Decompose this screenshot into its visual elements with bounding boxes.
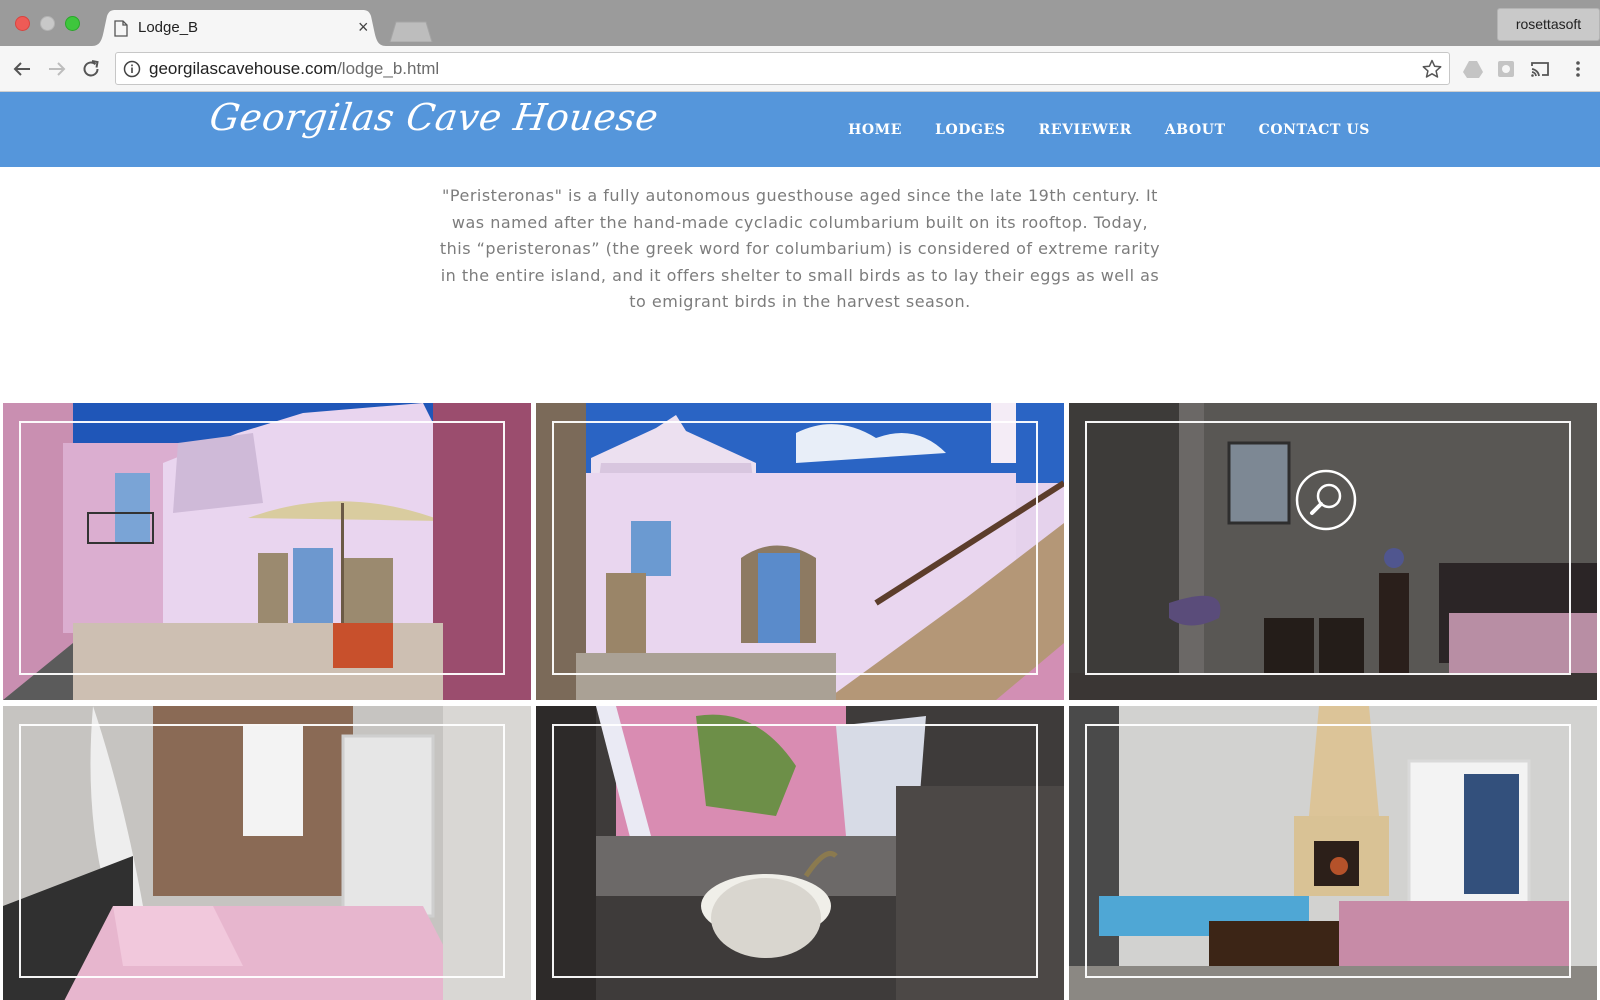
menu-kebab-icon[interactable] bbox=[1567, 58, 1589, 80]
gallery-photo-washbasin[interactable] bbox=[536, 706, 1064, 1000]
reload-icon[interactable] bbox=[80, 58, 102, 80]
close-tab-icon[interactable]: × bbox=[358, 17, 369, 37]
browser-tab[interactable]: Lodge_B × bbox=[92, 10, 386, 46]
drive-extension-icon[interactable] bbox=[1462, 58, 1484, 80]
nav-reviewer[interactable]: REVIEWER bbox=[1039, 122, 1132, 138]
facade-photo bbox=[536, 403, 1064, 700]
nav-contact-us[interactable]: CONTACT US bbox=[1259, 122, 1370, 138]
zoom-magnifier-icon[interactable] bbox=[1295, 469, 1357, 531]
new-tab-button[interactable] bbox=[388, 20, 434, 42]
tab-title: Lodge_B bbox=[138, 19, 199, 36]
document-icon bbox=[114, 20, 128, 37]
nav-about[interactable]: ABOUT bbox=[1165, 122, 1226, 138]
site-header: Georgilas Cave Houese HOME LODGES REVIEW… bbox=[0, 92, 1600, 167]
site-logo[interactable]: Georgilas Cave Houese bbox=[207, 96, 661, 139]
intro-line: was named after the hand-made cycladic c… bbox=[451, 212, 1149, 232]
intro-paragraph: "Peristeronas" is a fully autonomous gue… bbox=[430, 183, 1170, 316]
bookmark-star-icon[interactable] bbox=[1421, 58, 1443, 80]
gallery-photo-courtyard[interactable] bbox=[3, 403, 531, 700]
nav-home[interactable]: HOME bbox=[848, 122, 902, 138]
url-domain: georgilascavehouse.com bbox=[149, 59, 338, 78]
address-bar[interactable]: georgilascavehouse.com/lodge_b.html bbox=[115, 52, 1450, 85]
back-arrow-icon[interactable] bbox=[11, 58, 33, 80]
nav-lodges[interactable]: LODGES bbox=[935, 122, 1006, 138]
info-icon[interactable] bbox=[123, 60, 141, 78]
intro-line: in the entire island, and it offers shel… bbox=[440, 265, 1160, 285]
intro-line: this “peristeronas” (the greek word for … bbox=[439, 239, 1161, 258]
browser-toolbar: georgilascavehouse.com/lodge_b.html bbox=[0, 46, 1600, 92]
main-nav: HOME LODGES REVIEWER ABOUT CONTACT US bbox=[848, 92, 1370, 167]
washbasin-photo bbox=[536, 706, 1064, 1000]
url-text: georgilascavehouse.com/lodge_b.html bbox=[149, 59, 439, 79]
profile-button[interactable]: rosettasoft bbox=[1497, 8, 1600, 41]
cast-icon[interactable] bbox=[1529, 58, 1551, 80]
forward-arrow-icon[interactable] bbox=[46, 58, 68, 80]
intro-line: to emigrant birds in the harvest season. bbox=[629, 292, 971, 311]
gallery-photo-fireplace[interactable] bbox=[1069, 706, 1597, 1000]
gallery-photo-facade[interactable] bbox=[536, 403, 1064, 700]
bedroom-canopy-photo bbox=[3, 706, 531, 1000]
bedroom-mirror-photo bbox=[1069, 403, 1597, 700]
gallery-photo-bedroom-mirror[interactable] bbox=[1069, 403, 1597, 700]
fireplace-photo bbox=[1069, 706, 1597, 1000]
courtyard-photo bbox=[3, 403, 531, 700]
window-maximize-button[interactable] bbox=[65, 16, 80, 31]
photo-gallery bbox=[3, 403, 1597, 1000]
intro-line: "Peristeronas" is a fully autonomous gue… bbox=[442, 186, 1158, 205]
puzzle-extension-icon[interactable] bbox=[1495, 58, 1517, 80]
url-path: /lodge_b.html bbox=[337, 59, 440, 78]
gallery-photo-bedroom-canopy[interactable] bbox=[3, 706, 531, 1000]
browser-tab-bar: Lodge_B × rosettasoft bbox=[0, 0, 1600, 46]
window-close-button[interactable] bbox=[15, 16, 30, 31]
window-minimize-button[interactable] bbox=[40, 16, 55, 31]
